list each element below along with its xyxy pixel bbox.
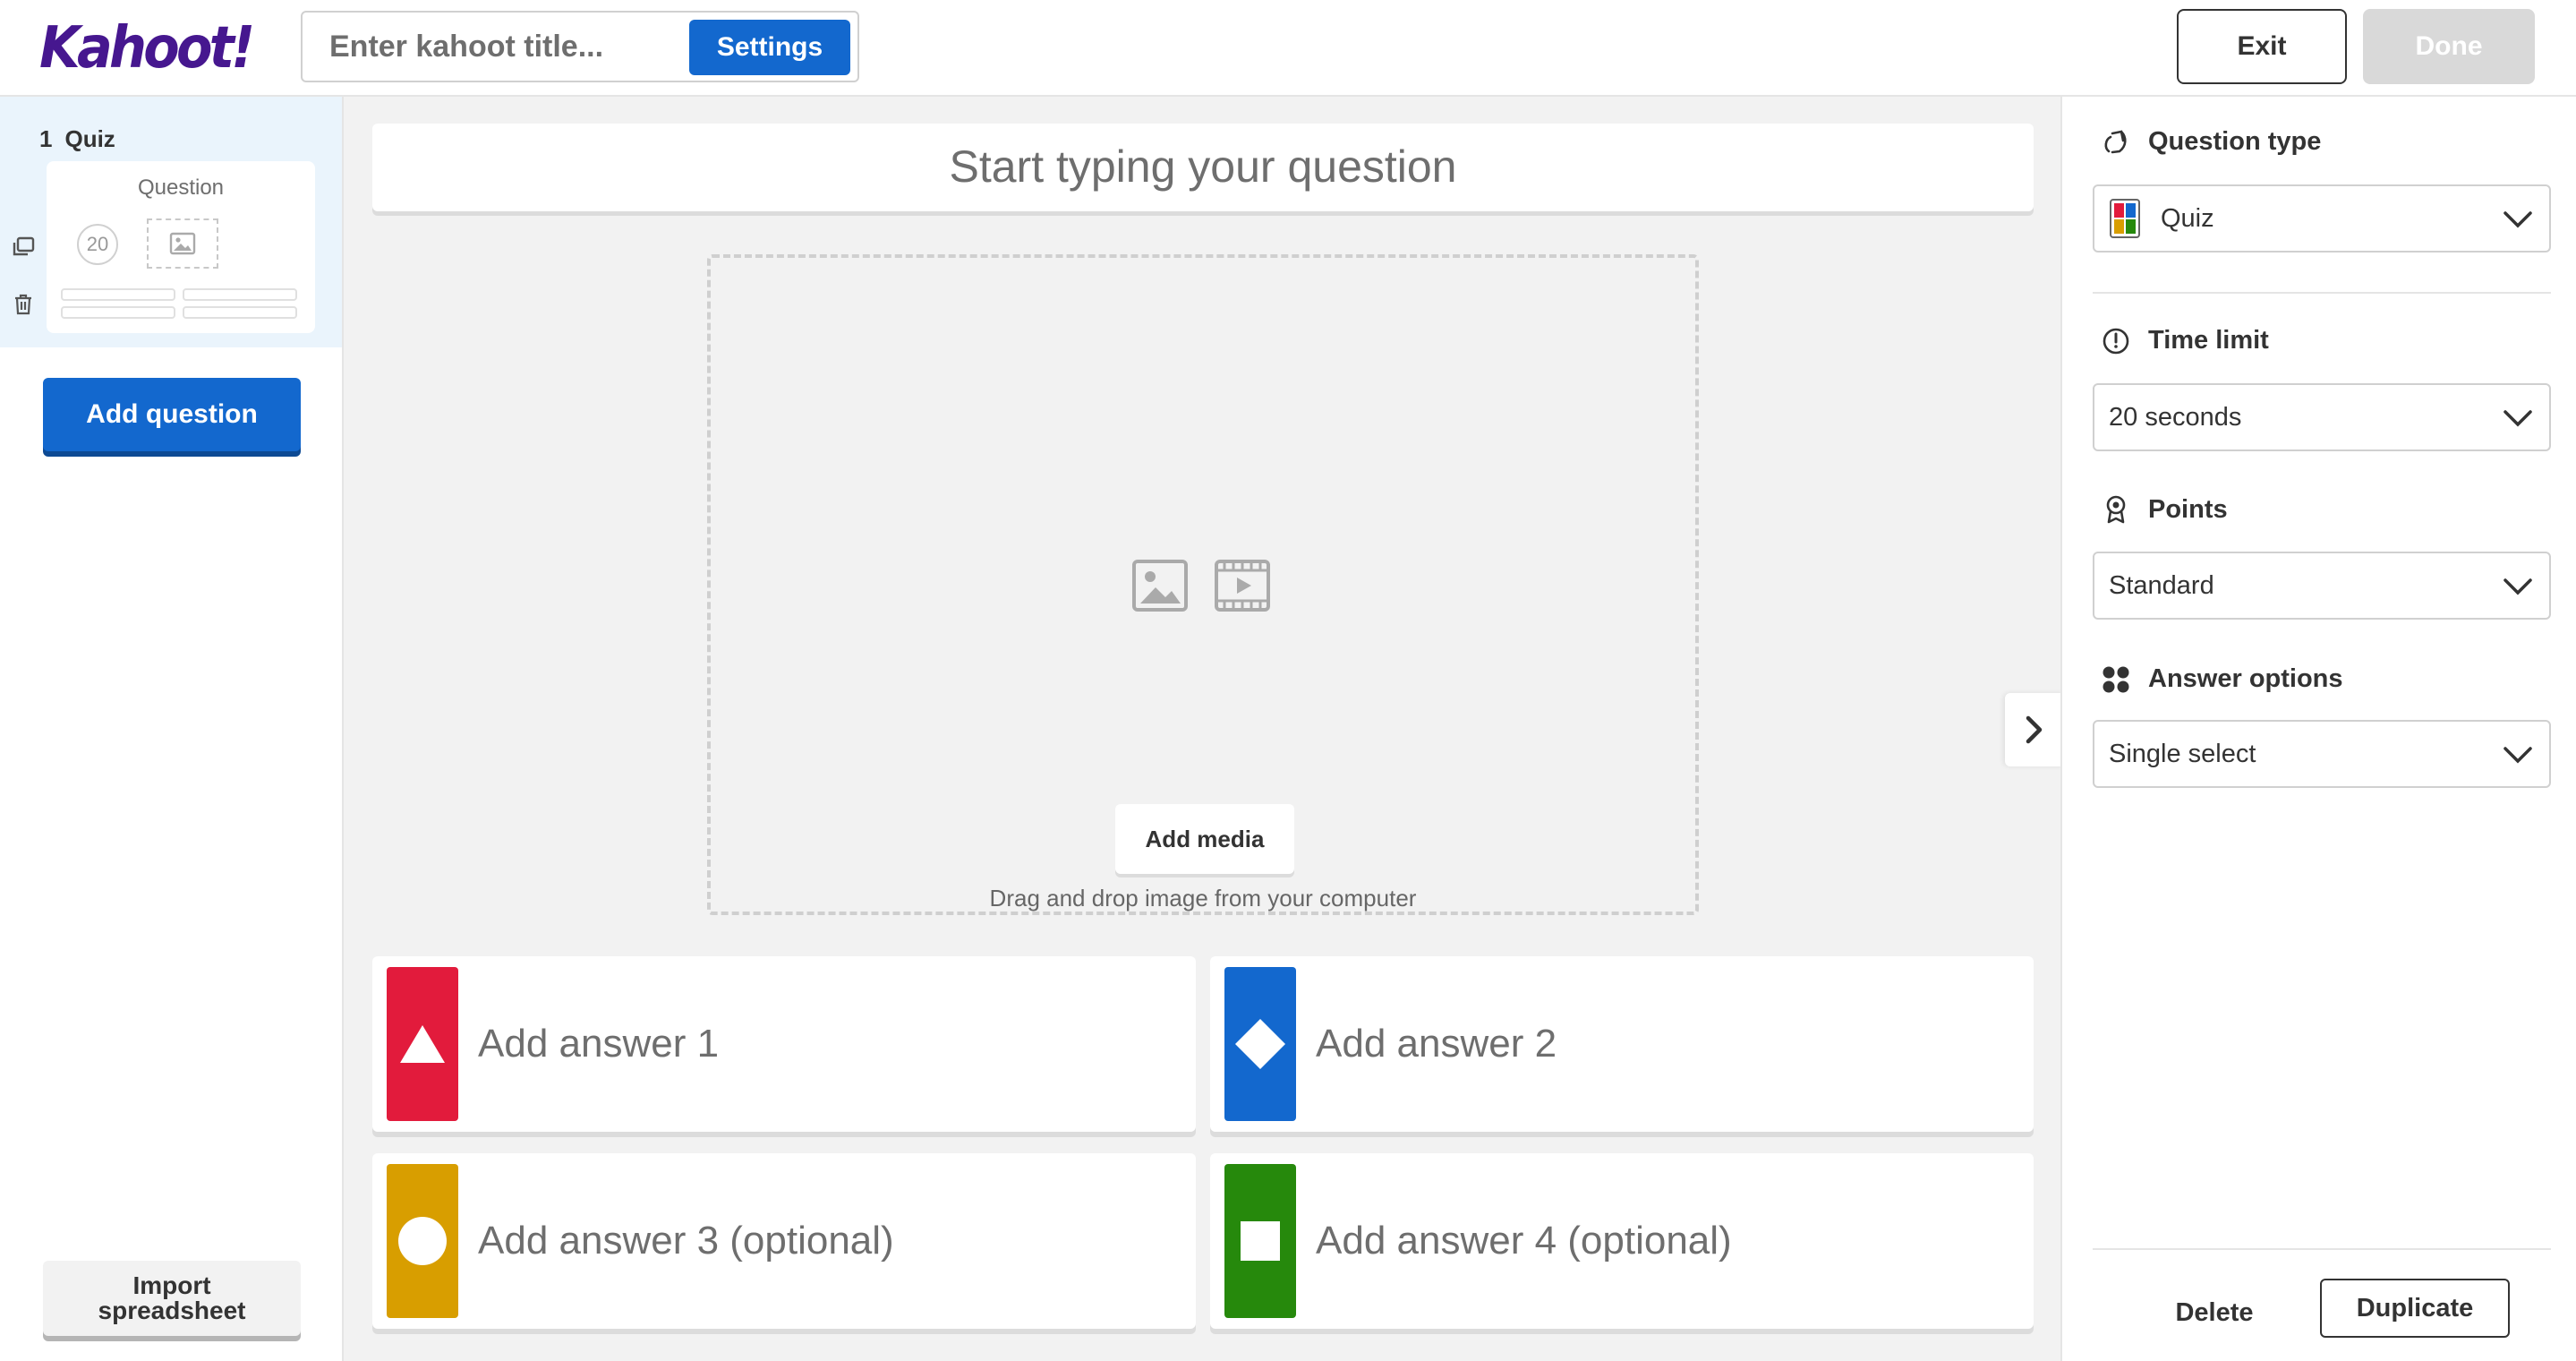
chevron-down-icon [2503, 211, 2532, 228]
video-icon [1215, 560, 1270, 612]
import-label-line2: spreadsheet [98, 1297, 246, 1324]
answer-options-value: Single select [2109, 739, 2256, 768]
answer-options-icon [2103, 666, 2129, 692]
kahoot-logo[interactable]: Kahoot! [39, 16, 255, 81]
settings-panel: Question type Quiz Time limit 20 seconds… [2060, 97, 2576, 1361]
question-field [372, 124, 2034, 211]
question-type-select[interactable]: Quiz [2093, 184, 2551, 253]
thumb-answer-bar [183, 288, 297, 301]
answer-input-3[interactable] [478, 1207, 1176, 1275]
kahoot-title-field: Settings [301, 11, 859, 82]
import-spreadsheet-button[interactable]: Import spreadsheet [43, 1261, 301, 1336]
time-limit-label: Time limit [2102, 326, 2269, 355]
answer-options-label: Answer options [2102, 664, 2343, 694]
slide-item-1[interactable]: 1 Quiz Question 20 [0, 97, 342, 347]
question-type-value: Quiz [2161, 203, 2214, 233]
points-label: Points [2102, 494, 2228, 525]
diamond-icon [1224, 967, 1296, 1121]
chevron-down-icon [2503, 747, 2532, 764]
media-icons [1131, 557, 1275, 614]
divider [2093, 292, 2551, 294]
points-select[interactable]: Standard [2093, 552, 2551, 620]
answer-options-select[interactable]: Single select [2093, 720, 2551, 788]
answer-card-3[interactable] [372, 1153, 1196, 1329]
chevron-down-icon [2503, 410, 2532, 427]
exit-button[interactable]: Exit [2177, 9, 2347, 84]
image-icon [1132, 560, 1188, 612]
slides-sidebar: 1 Quiz Question 20 Add question Import sp… [0, 97, 344, 1361]
add-media-button[interactable]: Add media [1115, 804, 1294, 874]
thumb-answer-bar [183, 306, 297, 319]
slide-number: 1 [39, 125, 53, 152]
duplicate-button[interactable]: Duplicate [2320, 1279, 2510, 1338]
answer-input-4[interactable] [1316, 1207, 2014, 1275]
question-input[interactable] [372, 124, 2034, 210]
answer-input-1[interactable] [478, 1010, 1176, 1078]
chevron-down-icon [2503, 578, 2532, 595]
slide-header: 1 Quiz [39, 125, 128, 153]
quiz-icon [2110, 199, 2140, 238]
time-limit-select[interactable]: 20 seconds [2093, 383, 2551, 451]
top-bar: Kahoot! Settings Exit Done [0, 0, 2576, 97]
delete-button[interactable]: Delete [2152, 1284, 2277, 1341]
thumb-timer: 20 [77, 224, 118, 265]
drag-drop-hint: Drag and drop image from your computer [989, 885, 1417, 912]
triangle-icon [387, 967, 458, 1121]
trash-icon[interactable] [11, 292, 36, 317]
answer-card-2[interactable] [1210, 956, 2034, 1132]
answer-card-1[interactable] [372, 956, 1196, 1132]
question-type-label: Question type [2102, 127, 2321, 157]
medal-icon [2106, 495, 2126, 524]
answer-input-2[interactable] [1316, 1010, 2014, 1078]
thumb-answer-bar [61, 288, 175, 301]
clock-icon [2103, 328, 2129, 354]
thumb-question-text: Question [137, 175, 225, 200]
circle-icon [387, 1164, 458, 1318]
question-type-icon [2104, 129, 2127, 153]
duplicate-slide-icon[interactable] [11, 235, 36, 260]
chevron-right-icon[interactable] [2005, 693, 2064, 766]
time-limit-value: 20 seconds [2109, 402, 2242, 432]
square-icon [1224, 1164, 1296, 1318]
kahoot-title-input[interactable] [329, 25, 670, 68]
media-dropzone[interactable]: Add media Drag and drop image from your … [707, 254, 1699, 915]
done-button[interactable]: Done [2363, 9, 2535, 84]
points-text: Points [2148, 494, 2228, 524]
thumb-image-placeholder-icon [147, 218, 218, 269]
slide-thumbnail: Question 20 [47, 161, 315, 333]
time-limit-text: Time limit [2148, 326, 2269, 355]
points-value: Standard [2109, 570, 2214, 600]
thumb-answer-bar [61, 306, 175, 319]
settings-button[interactable]: Settings [689, 20, 850, 75]
divider [2093, 1248, 2551, 1250]
import-label-line1: Import [132, 1271, 211, 1299]
answer-options-text: Answer options [2148, 664, 2343, 693]
add-question-button[interactable]: Add question [43, 378, 301, 451]
slide-type: Quiz [64, 125, 115, 152]
question-type-text: Question type [2148, 127, 2322, 156]
answer-card-4[interactable] [1210, 1153, 2034, 1329]
